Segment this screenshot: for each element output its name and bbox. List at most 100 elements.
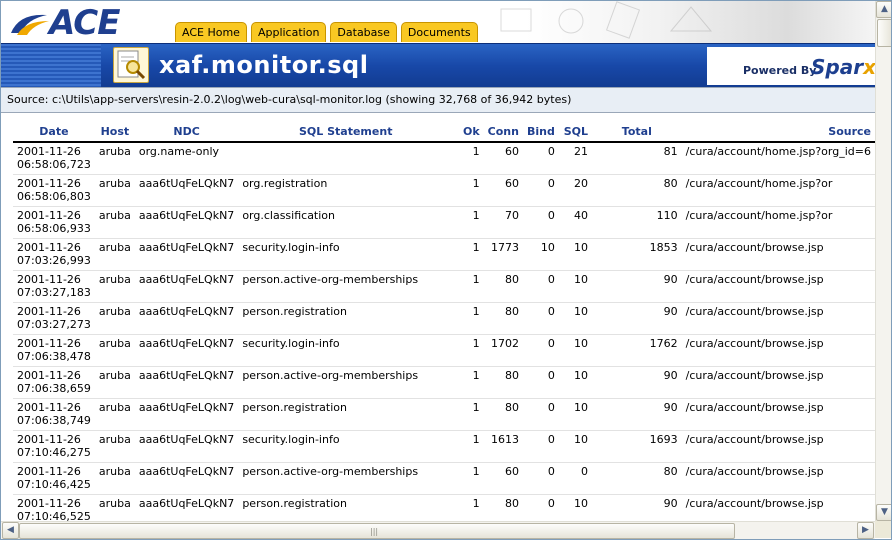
horizontal-scroll-thumb[interactable]: |||	[19, 523, 735, 539]
cell-total: 90	[592, 270, 682, 303]
cell-conn: 1702	[483, 334, 523, 367]
cell-source: /cura/account/browse.jsp	[681, 430, 875, 463]
sql-monitor-table: Date Host NDC SQL Statement Ok Conn Bind…	[13, 121, 875, 521]
table-row: 2001-11-26 06:58:06,723 aruba org.name-onl…	[13, 142, 875, 175]
cell-bind: 0	[522, 270, 559, 303]
cell-total: 90	[592, 398, 682, 431]
cell-sql: 10	[558, 366, 593, 399]
cell-bind: 0	[522, 398, 559, 431]
cell-date: 2001-11-26 06:58:06,803	[13, 174, 95, 207]
cell-host: aruba	[94, 398, 135, 431]
cell-total: 90	[592, 494, 682, 521]
logo-text: ACE	[49, 3, 120, 43]
col-host[interactable]: Host	[94, 121, 135, 143]
cell-ok: 1	[453, 462, 484, 495]
col-total[interactable]: Total	[592, 121, 682, 143]
cell-ok: 1	[453, 238, 484, 271]
cell-conn: 80	[483, 302, 523, 335]
tab-ace-home[interactable]: ACE Home	[175, 22, 247, 42]
horizontal-scrollbar[interactable]: ◀ ||| ▶	[1, 521, 875, 539]
cell-ndc: aaa6tUqFeLQkN7	[134, 334, 239, 367]
cell-source: /cura/account/home.jsp?or	[681, 206, 875, 239]
cell-sql-statement: org.registration	[238, 174, 454, 207]
header-decoration-icon	[500, 1, 713, 39]
cell-sql: 10	[558, 238, 593, 271]
col-bind[interactable]: Bind	[522, 121, 559, 143]
cell-bind: 0	[522, 462, 559, 495]
cell-ndc: aaa6tUqFeLQkN7	[134, 366, 239, 399]
cell-ok: 1	[453, 494, 484, 521]
col-sql-statement[interactable]: SQL Statement	[238, 121, 454, 143]
tab-database[interactable]: Database	[330, 22, 397, 42]
col-ndc[interactable]: NDC	[134, 121, 239, 143]
cell-ndc: org.name-only	[134, 142, 239, 175]
powered-by-logo[interactable]: Powered By Sparx	[707, 47, 876, 85]
table-row: 2001-11-26 07:10:46,275 aruba aaa6tUqFeLQk…	[13, 430, 875, 463]
vertical-scrollbar[interactable]: ▲ ▼	[875, 1, 891, 521]
cell-bind: 0	[522, 334, 559, 367]
cell-sql: 10	[558, 334, 593, 367]
cell-ndc: aaa6tUqFeLQkN7	[134, 238, 239, 271]
tab-documents[interactable]: Documents	[400, 22, 478, 42]
cell-sql-statement: person.registration	[238, 494, 454, 521]
cell-total: 80	[592, 174, 682, 207]
scroll-down-button[interactable]: ▼	[876, 504, 891, 521]
cell-conn: 60	[483, 174, 523, 207]
table-row: 2001-11-26 06:58:06,933 aruba aaa6tUqFeLQk…	[13, 206, 875, 239]
document-search-icon	[113, 47, 149, 83]
cell-ok: 1	[453, 206, 484, 239]
ace-logo[interactable]: ACE	[9, 5, 151, 41]
tab-application[interactable]: Application	[250, 22, 327, 42]
cell-conn: 1773	[483, 238, 523, 271]
cell-ok: 1	[453, 302, 484, 335]
cell-sql-statement: person.registration	[238, 302, 454, 335]
cell-host: aruba	[94, 462, 135, 495]
sparx-brand-text: Spar	[811, 55, 864, 79]
cell-host: aruba	[94, 142, 135, 175]
cell-ndc: aaa6tUqFeLQkN7	[134, 302, 239, 335]
cell-source: /cura/account/browse.jsp	[681, 270, 875, 303]
cell-conn: 80	[483, 494, 523, 521]
cell-total: 90	[592, 366, 682, 399]
scroll-left-button[interactable]: ◀	[2, 522, 19, 539]
cell-host: aruba	[94, 270, 135, 303]
cell-source: /cura/account/browse.jsp	[681, 366, 875, 399]
cell-sql-statement: org.classification	[238, 206, 454, 239]
vertical-scroll-thumb[interactable]	[877, 19, 891, 47]
cell-sql-statement: security.login-info	[238, 334, 454, 367]
table-body: 2001-11-26 06:58:06,723 aruba org.name-onl…	[13, 142, 875, 521]
sparx-brand: Sparx	[811, 55, 876, 79]
cell-ok: 1	[453, 398, 484, 431]
cell-source: /cura/account/home.jsp?or	[681, 174, 875, 207]
table-row: 2001-11-26 07:10:46,525 aruba aaa6tUqFeLQk…	[13, 494, 875, 521]
table-row: 2001-11-26 07:06:38,749 aruba aaa6tUqFeLQk…	[13, 398, 875, 431]
cell-total: 81	[592, 142, 682, 175]
cell-bind: 0	[522, 366, 559, 399]
scroll-up-button[interactable]: ▲	[876, 1, 891, 18]
table-row: 2001-11-26 07:10:46,425 aruba aaa6tUqFeLQk…	[13, 462, 875, 495]
ace-swoosh-icon	[11, 14, 49, 35]
scroll-grip-icon: |||	[370, 527, 379, 536]
table-row: 2001-11-26 07:03:26,993 aruba aaa6tUqFeLQk…	[13, 238, 875, 271]
cell-total: 1762	[592, 334, 682, 367]
cell-date: 2001-11-26 07:06:38,478	[13, 334, 95, 367]
cell-host: aruba	[94, 334, 135, 367]
col-sql[interactable]: SQL	[558, 121, 593, 143]
cell-source: /cura/account/home.jsp?org_id=6	[681, 142, 875, 175]
cell-ndc: aaa6tUqFeLQkN7	[134, 270, 239, 303]
cell-ok: 1	[453, 174, 484, 207]
cell-bind: 0	[522, 430, 559, 463]
col-conn[interactable]: Conn	[483, 121, 523, 143]
col-source[interactable]: Source	[681, 121, 875, 143]
col-date[interactable]: Date	[13, 121, 95, 143]
cell-sql-statement: security.login-info	[238, 238, 454, 271]
table-row: 2001-11-26 07:03:27,183 aruba aaa6tUqFeLQk…	[13, 270, 875, 303]
col-ok[interactable]: Ok	[453, 121, 484, 143]
cell-sql-statement	[238, 142, 454, 175]
cell-date: 2001-11-26 07:06:38,659	[13, 366, 95, 399]
cell-sql-statement: person.registration	[238, 398, 454, 431]
cell-sql-statement: person.active-org-memberships	[238, 366, 454, 399]
scroll-right-button[interactable]: ▶	[857, 522, 874, 539]
cell-date: 2001-11-26 07:03:27,273	[13, 302, 95, 335]
cell-conn: 80	[483, 398, 523, 431]
